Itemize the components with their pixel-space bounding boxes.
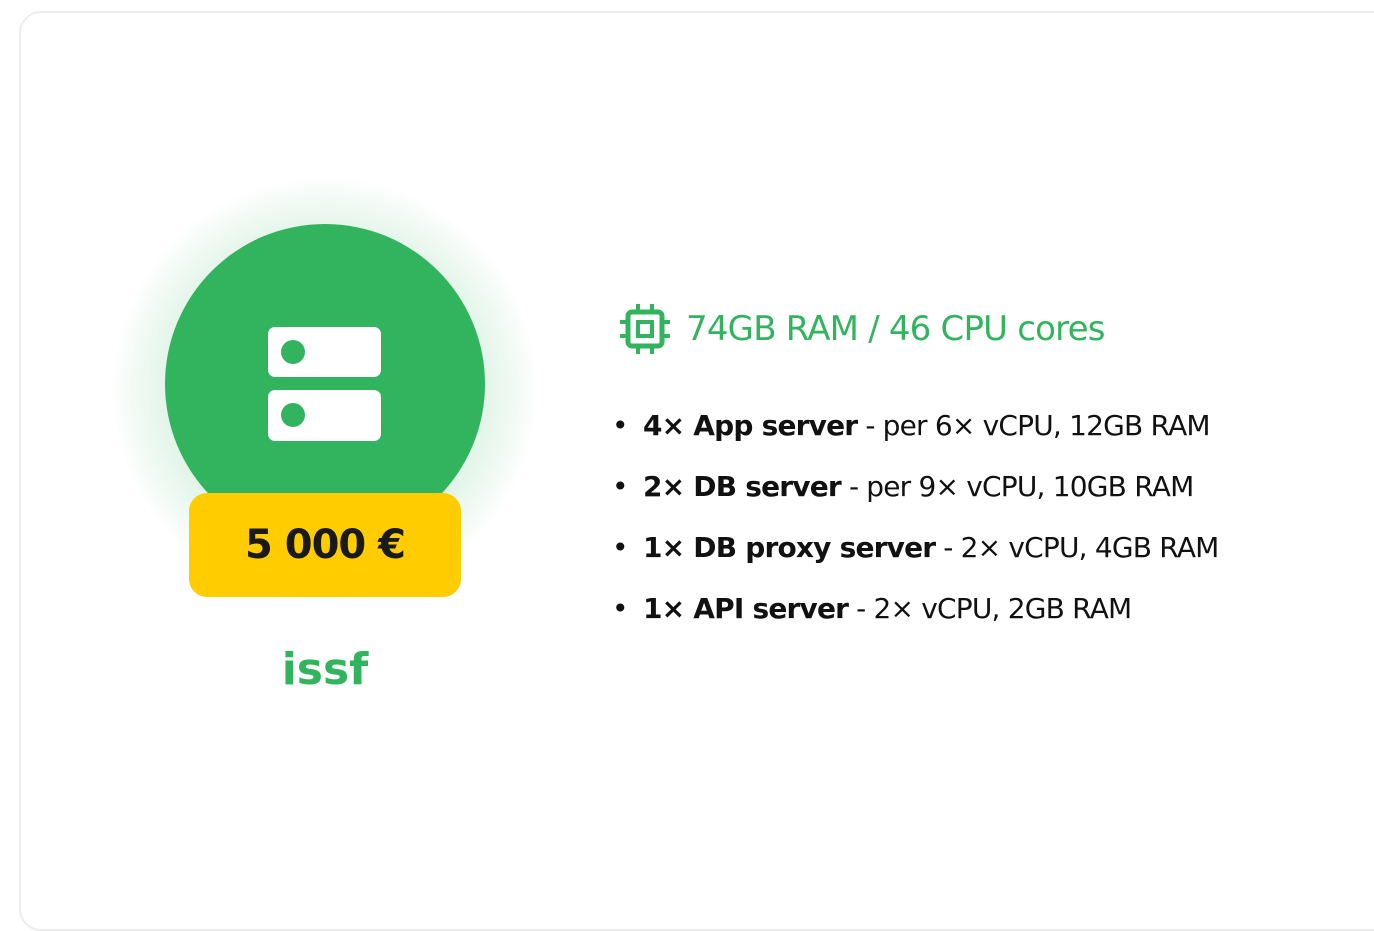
list-item: • 4× App server - per 6× vCPU, 12GB RAM bbox=[612, 395, 1219, 456]
server-detail: 2× vCPU, 4GB RAM bbox=[960, 531, 1220, 564]
separator: - bbox=[865, 409, 875, 442]
separator: - bbox=[943, 531, 953, 564]
bullet: • bbox=[612, 470, 629, 503]
server-name: 2× DB server bbox=[643, 470, 842, 503]
separator: - bbox=[856, 592, 866, 625]
server-name: 1× DB proxy server bbox=[643, 531, 936, 564]
bullet: • bbox=[612, 409, 629, 442]
server-detail: per 6× vCPU, 12GB RAM bbox=[882, 409, 1211, 442]
list-item: • 1× API server - 2× vCPU, 2GB RAM bbox=[612, 578, 1219, 639]
price-badge: 5 000 € bbox=[189, 493, 461, 597]
list-item: • 2× DB server - per 9× vCPU, 10GB RAM bbox=[612, 456, 1219, 517]
separator: - bbox=[848, 470, 859, 503]
bullet: • bbox=[612, 531, 629, 564]
price-label: 5 000 € bbox=[244, 522, 406, 568]
list-item: • 1× DB proxy server - 2× vCPU, 4GB RAM bbox=[612, 517, 1219, 578]
server-spec-list: • 4× App server - per 6× vCPU, 12GB RAM … bbox=[612, 395, 1219, 639]
cpu-chip-icon bbox=[620, 304, 670, 354]
specs-heading: 74GB RAM / 46 CPU cores bbox=[620, 304, 1105, 354]
server-detail: per 9× vCPU, 10GB RAM bbox=[866, 470, 1194, 503]
server-name: 4× App server bbox=[643, 409, 858, 442]
bullet: • bbox=[612, 592, 629, 625]
plan-name: issf bbox=[281, 644, 369, 695]
server-name: 1× API server bbox=[643, 592, 849, 625]
specs-summary: 74GB RAM / 46 CPU cores bbox=[686, 309, 1105, 349]
server-stack-icon bbox=[268, 327, 381, 441]
server-detail: 2× vCPU, 2GB RAM bbox=[873, 592, 1132, 625]
